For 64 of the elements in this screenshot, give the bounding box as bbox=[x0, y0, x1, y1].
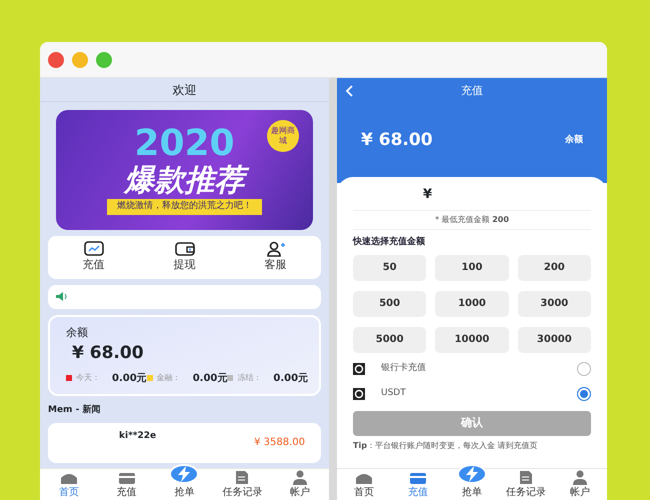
tab-button[interactable]: 首页 bbox=[337, 468, 391, 500]
amount-button[interactable]: 50 bbox=[353, 254, 426, 280]
amount-button[interactable]: 200 bbox=[518, 254, 591, 280]
home-icon bbox=[60, 472, 78, 485]
banner-tag: 趣网商城 bbox=[267, 120, 299, 152]
amount-button[interactable]: 10000 bbox=[435, 326, 509, 352]
stat-label: 冻结： bbox=[237, 372, 262, 384]
tab-button[interactable]: 帐户 bbox=[553, 468, 607, 500]
balance-amount: ¥ 68.00 bbox=[361, 129, 433, 152]
payment-option[interactable]: 银行卡充值 bbox=[353, 356, 591, 382]
add-user-icon bbox=[266, 241, 286, 257]
page-title: 充值 bbox=[460, 82, 484, 99]
page-title: 欢迎 bbox=[40, 78, 329, 102]
card-icon bbox=[118, 472, 136, 485]
tab-button[interactable]: 抢单 bbox=[156, 468, 214, 500]
section-heading: 快速选择充值金额 bbox=[353, 236, 426, 249]
banner-title: 爆款推荐 bbox=[116, 162, 252, 199]
action-button[interactable]: 客服 bbox=[264, 240, 288, 274]
person-icon bbox=[292, 470, 308, 485]
stat-label: 今天： bbox=[76, 372, 100, 384]
wallet-icon bbox=[174, 241, 194, 257]
tab-button[interactable]: 任务记录 bbox=[499, 468, 553, 500]
amount-button[interactable]: 500 bbox=[353, 290, 426, 316]
tab-button[interactable]: 充值 bbox=[391, 468, 445, 500]
stat-label: 金融： bbox=[156, 372, 181, 384]
stat-value: 0.00元 bbox=[112, 372, 147, 386]
payment-option[interactable]: USDT bbox=[353, 382, 591, 406]
action-button[interactable]: 充值 bbox=[82, 240, 106, 274]
radio-button[interactable] bbox=[577, 362, 591, 376]
banner-headline: 2020 bbox=[134, 126, 235, 162]
tab-button[interactable]: 抢单 bbox=[445, 468, 499, 500]
news-heading: Mem - 新闻 bbox=[48, 404, 102, 416]
chart-icon bbox=[84, 241, 104, 257]
stat-value: 0.00元 bbox=[192, 372, 228, 386]
amount-button[interactable]: 100 bbox=[435, 254, 509, 280]
stat-value: 0.00元 bbox=[273, 372, 308, 386]
tab-button[interactable]: 任务记录 bbox=[213, 468, 272, 500]
close-icon[interactable] bbox=[48, 52, 64, 68]
radio-button[interactable] bbox=[577, 387, 591, 401]
amount-button[interactable]: 30000 bbox=[518, 326, 591, 352]
tab-button[interactable]: 首页 bbox=[40, 468, 98, 500]
balance-label: 余额 bbox=[565, 134, 583, 147]
banner-slogan: 燃烧激情，释放您的洪荒之力吧！ bbox=[107, 199, 262, 214]
speaker-icon bbox=[56, 292, 68, 301]
tip-text: Tip：平台银行账户随时变更，每次入金 请到充值页 bbox=[353, 440, 538, 452]
tab-button[interactable]: 帐户 bbox=[271, 468, 329, 500]
maximize-icon[interactable] bbox=[96, 52, 112, 68]
person-icon bbox=[572, 470, 588, 485]
news-amount: ¥ 3588.00 bbox=[254, 437, 305, 449]
tab-button[interactable]: 充值 bbox=[98, 468, 156, 500]
amount-button[interactable]: 3000 bbox=[518, 290, 591, 316]
amount-button[interactable]: 1000 bbox=[435, 290, 509, 316]
back-icon[interactable] bbox=[345, 85, 353, 97]
amount-button[interactable]: 5000 bbox=[353, 326, 426, 352]
card-icon bbox=[409, 472, 427, 485]
balance-label: 余额 bbox=[66, 324, 89, 340]
home-icon bbox=[355, 472, 373, 485]
payment-logo-icon bbox=[353, 363, 365, 375]
news-user: ki**22e bbox=[119, 431, 156, 442]
payment-logo-icon bbox=[353, 388, 365, 400]
confirm-button: 确认 bbox=[353, 410, 591, 436]
action-button[interactable]: 提现 bbox=[172, 240, 196, 274]
minimum-note: * 最低充值金额 200 bbox=[353, 211, 591, 230]
balance-amount: ¥ 68.00 bbox=[72, 342, 145, 365]
